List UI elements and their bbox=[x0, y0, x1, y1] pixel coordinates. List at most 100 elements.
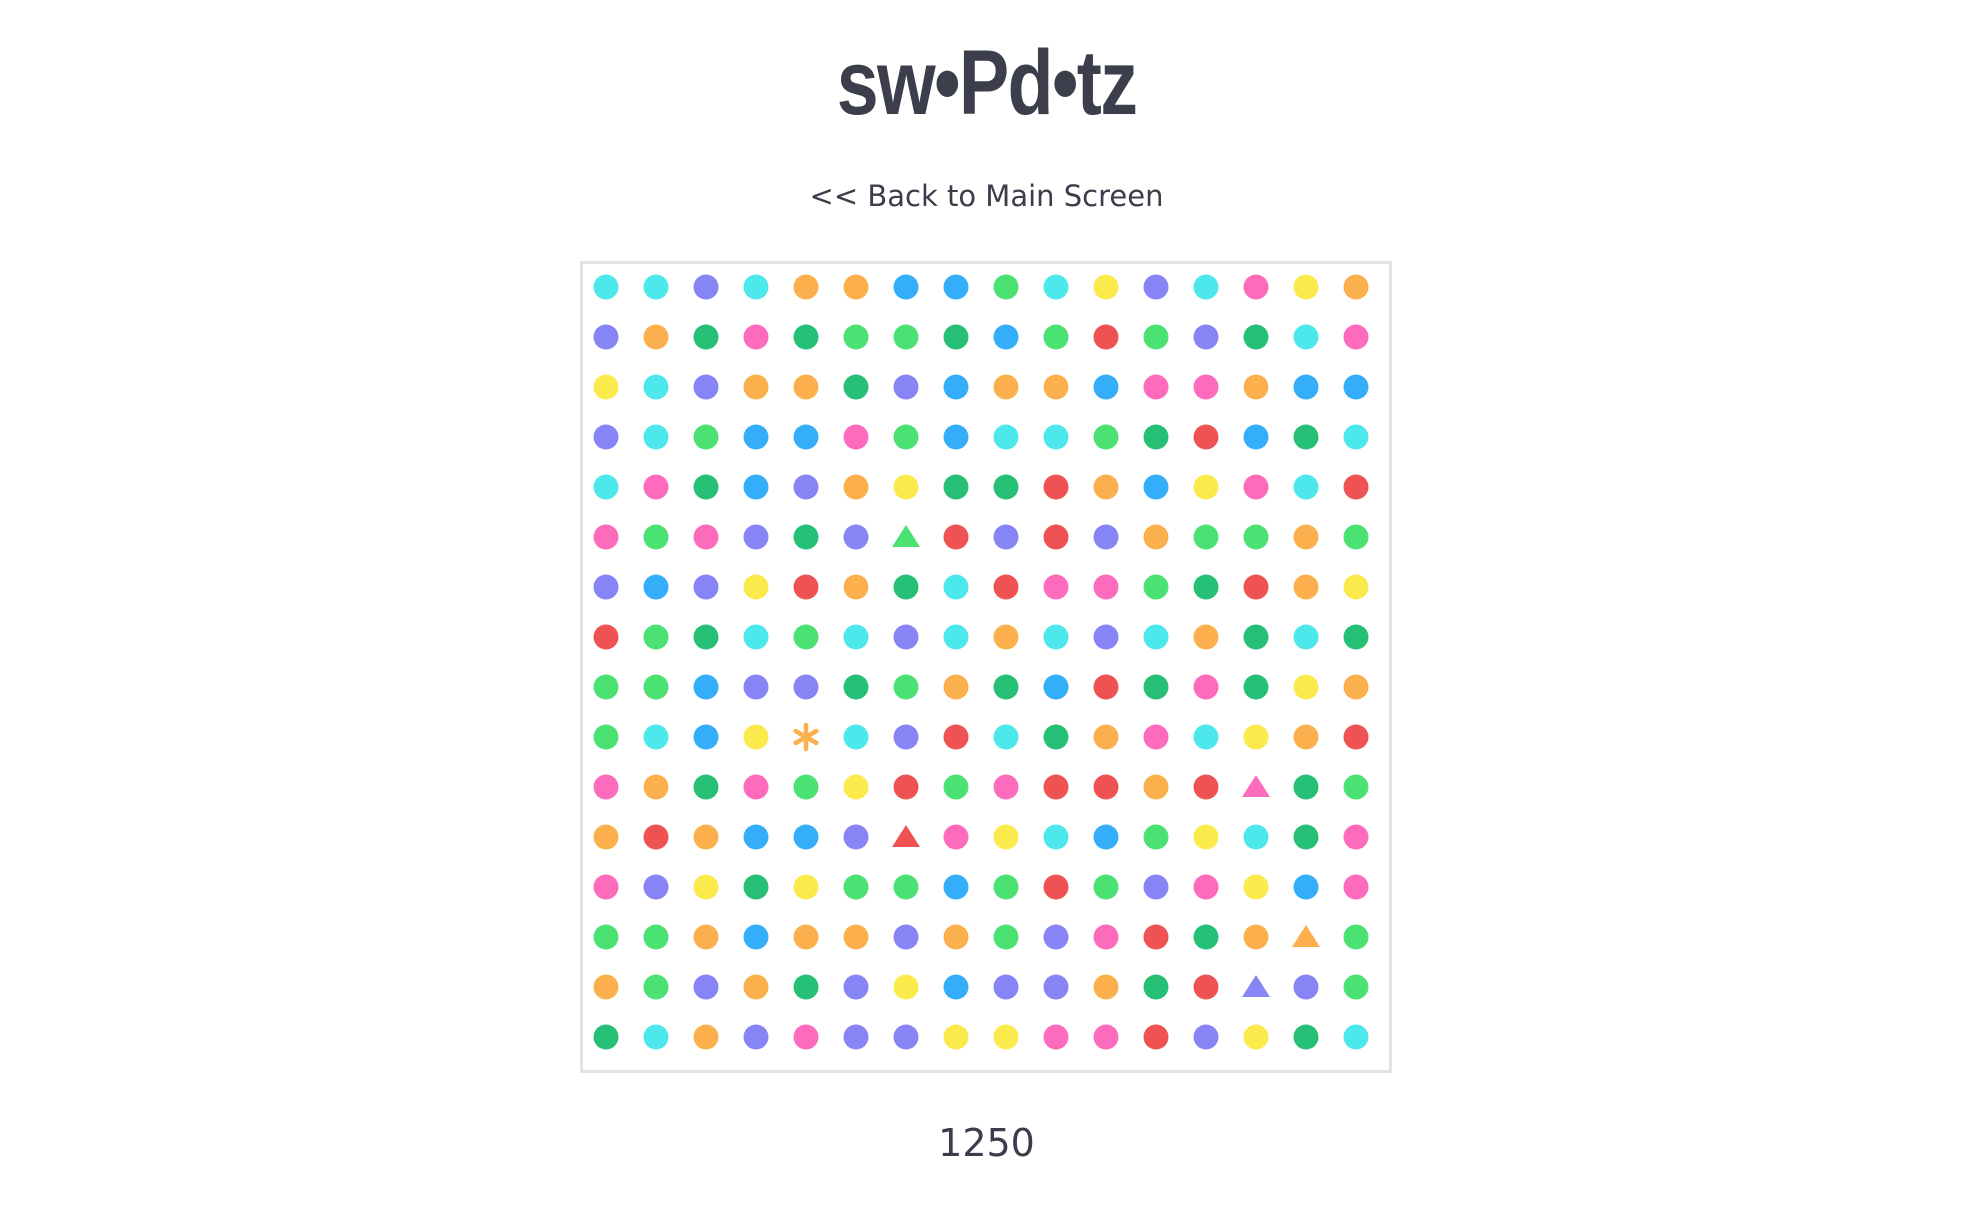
red-dot-piece[interactable] bbox=[993, 574, 1019, 600]
red-dot-piece[interactable] bbox=[1143, 924, 1169, 950]
dark-green-dot-piece[interactable] bbox=[1043, 724, 1069, 750]
dark-green-dot-piece[interactable] bbox=[793, 524, 819, 550]
red-dot-piece[interactable] bbox=[1193, 974, 1219, 1000]
turquoise-dot-piece[interactable] bbox=[1193, 724, 1219, 750]
yellow-dot-piece[interactable] bbox=[1193, 474, 1219, 500]
green-dot-piece[interactable] bbox=[1143, 324, 1169, 350]
purple-dot-piece[interactable] bbox=[993, 974, 1019, 1000]
green-dot-piece[interactable] bbox=[893, 874, 919, 900]
green-dot-piece[interactable] bbox=[593, 724, 619, 750]
red-dot-piece[interactable] bbox=[1093, 774, 1119, 800]
yellow-dot-piece[interactable] bbox=[1243, 1024, 1269, 1050]
red-dot-piece[interactable] bbox=[1093, 324, 1119, 350]
purple-dot-piece[interactable] bbox=[1093, 524, 1119, 550]
orange-dot-piece[interactable] bbox=[1343, 674, 1369, 700]
purple-dot-piece[interactable] bbox=[893, 924, 919, 950]
dark-green-dot-piece[interactable] bbox=[993, 674, 1019, 700]
pink-dot-piece[interactable] bbox=[1143, 724, 1169, 750]
green-dot-piece[interactable] bbox=[893, 424, 919, 450]
orange-dot-piece[interactable] bbox=[1293, 724, 1319, 750]
blue-dot-piece[interactable] bbox=[943, 874, 969, 900]
orange-dot-piece[interactable] bbox=[793, 374, 819, 400]
orange-dot-piece[interactable] bbox=[1093, 724, 1119, 750]
dark-green-dot-piece[interactable] bbox=[1293, 774, 1319, 800]
blue-dot-piece[interactable] bbox=[1093, 824, 1119, 850]
purple-dot-piece[interactable] bbox=[843, 824, 869, 850]
dark-green-dot-piece[interactable] bbox=[693, 774, 719, 800]
turquoise-dot-piece[interactable] bbox=[1043, 624, 1069, 650]
pink-dot-piece[interactable] bbox=[593, 524, 619, 550]
yellow-dot-piece[interactable] bbox=[843, 774, 869, 800]
blue-dot-piece[interactable] bbox=[893, 274, 919, 300]
green-dot-piece[interactable] bbox=[893, 324, 919, 350]
red-dot-piece[interactable] bbox=[1243, 574, 1269, 600]
yellow-dot-piece[interactable] bbox=[1343, 574, 1369, 600]
blue-dot-piece[interactable] bbox=[743, 824, 769, 850]
dark-green-dot-piece[interactable] bbox=[1343, 624, 1369, 650]
blue-dot-piece[interactable] bbox=[1293, 374, 1319, 400]
blue-dot-piece[interactable] bbox=[693, 724, 719, 750]
blue-dot-piece[interactable] bbox=[1243, 424, 1269, 450]
pink-dot-piece[interactable] bbox=[1343, 874, 1369, 900]
blue-dot-piece[interactable] bbox=[793, 824, 819, 850]
yellow-dot-piece[interactable] bbox=[993, 1024, 1019, 1050]
red-dot-piece[interactable] bbox=[943, 524, 969, 550]
purple-triangle-piece[interactable] bbox=[1242, 975, 1270, 997]
orange-dot-piece[interactable] bbox=[693, 924, 719, 950]
pink-dot-piece[interactable] bbox=[1093, 574, 1119, 600]
red-dot-piece[interactable] bbox=[1043, 474, 1069, 500]
blue-dot-piece[interactable] bbox=[1293, 874, 1319, 900]
purple-dot-piece[interactable] bbox=[893, 374, 919, 400]
pink-dot-piece[interactable] bbox=[1243, 474, 1269, 500]
blue-dot-piece[interactable] bbox=[693, 674, 719, 700]
orange-dot-piece[interactable] bbox=[693, 1024, 719, 1050]
orange-dot-piece[interactable] bbox=[1143, 524, 1169, 550]
pink-dot-piece[interactable] bbox=[1343, 324, 1369, 350]
blue-dot-piece[interactable] bbox=[743, 474, 769, 500]
yellow-dot-piece[interactable] bbox=[1243, 874, 1269, 900]
blue-dot-piece[interactable] bbox=[943, 974, 969, 1000]
turquoise-dot-piece[interactable] bbox=[743, 624, 769, 650]
green-dot-piece[interactable] bbox=[793, 624, 819, 650]
turquoise-dot-piece[interactable] bbox=[743, 274, 769, 300]
purple-dot-piece[interactable] bbox=[743, 1024, 769, 1050]
yellow-dot-piece[interactable] bbox=[1193, 824, 1219, 850]
purple-dot-piece[interactable] bbox=[993, 524, 1019, 550]
orange-dot-piece[interactable] bbox=[643, 774, 669, 800]
green-dot-piece[interactable] bbox=[1343, 974, 1369, 1000]
dark-green-dot-piece[interactable] bbox=[1143, 974, 1169, 1000]
turquoise-dot-piece[interactable] bbox=[593, 274, 619, 300]
blue-dot-piece[interactable] bbox=[743, 424, 769, 450]
green-dot-piece[interactable] bbox=[993, 274, 1019, 300]
purple-dot-piece[interactable] bbox=[1193, 324, 1219, 350]
blue-dot-piece[interactable] bbox=[743, 924, 769, 950]
purple-dot-piece[interactable] bbox=[893, 624, 919, 650]
dark-green-dot-piece[interactable] bbox=[743, 874, 769, 900]
purple-dot-piece[interactable] bbox=[1043, 974, 1069, 1000]
green-dot-piece[interactable] bbox=[643, 974, 669, 1000]
dark-green-dot-piece[interactable] bbox=[1193, 574, 1219, 600]
turquoise-dot-piece[interactable] bbox=[843, 624, 869, 650]
purple-dot-piece[interactable] bbox=[1293, 974, 1319, 1000]
green-dot-piece[interactable] bbox=[843, 324, 869, 350]
orange-dot-piece[interactable] bbox=[643, 324, 669, 350]
orange-dot-piece[interactable] bbox=[1243, 924, 1269, 950]
green-dot-piece[interactable] bbox=[1343, 524, 1369, 550]
green-dot-piece[interactable] bbox=[1243, 524, 1269, 550]
red-dot-piece[interactable] bbox=[1343, 724, 1369, 750]
dark-green-dot-piece[interactable] bbox=[693, 324, 719, 350]
green-dot-piece[interactable] bbox=[593, 674, 619, 700]
orange-asterisk-piece[interactable] bbox=[793, 722, 819, 752]
turquoise-dot-piece[interactable] bbox=[843, 724, 869, 750]
pink-dot-piece[interactable] bbox=[943, 824, 969, 850]
green-dot-piece[interactable] bbox=[843, 874, 869, 900]
dark-green-dot-piece[interactable] bbox=[843, 674, 869, 700]
purple-dot-piece[interactable] bbox=[793, 674, 819, 700]
red-dot-piece[interactable] bbox=[1043, 524, 1069, 550]
purple-dot-piece[interactable] bbox=[893, 724, 919, 750]
turquoise-dot-piece[interactable] bbox=[1043, 824, 1069, 850]
orange-dot-piece[interactable] bbox=[593, 974, 619, 1000]
purple-dot-piece[interactable] bbox=[693, 574, 719, 600]
purple-dot-piece[interactable] bbox=[1143, 874, 1169, 900]
green-dot-piece[interactable] bbox=[643, 674, 669, 700]
